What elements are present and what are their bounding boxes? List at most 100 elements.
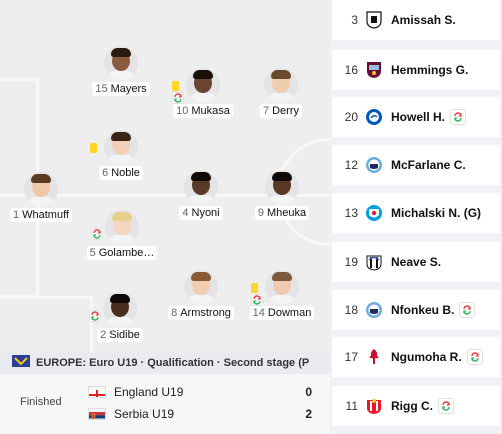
man-city-crest-icon [365,301,383,319]
player-name: Golambe… [98,247,155,259]
player-events [90,143,97,153]
player-number: 14 [252,307,265,319]
substitution-icon [466,349,483,365]
substitution-icon [172,92,184,104]
substitute-name: Ngumoha R. [391,350,462,364]
player-number: 6 [102,167,109,179]
newcastle-crest-icon [365,253,383,271]
player-events [172,81,184,104]
player-sidibe[interactable]: 2 Sidibe [75,292,165,342]
player-label: 5 Golambe… [86,246,158,260]
substitution-icon [459,302,476,318]
substitute-row[interactable]: 3 Amissah S. [332,0,500,40]
substitute-name: Neave S. [391,255,442,269]
home-score: 0 [305,385,312,399]
player-photo [104,130,138,164]
player-mayers[interactable]: 15 Mayers [76,46,166,96]
player-noble[interactable]: 6 Noble [76,130,166,180]
substitute-row[interactable]: 17 Ngumoha R. [332,337,500,377]
player-name: Sidibe [109,329,140,341]
substitution-icon [450,109,467,125]
player-photo [184,270,218,304]
player-golambeckis[interactable]: 5 Golambe… [77,210,167,260]
player-events [91,228,103,240]
man-city-crest-icon [365,156,383,174]
player-whatmuff[interactable]: 1 Whatmuff [0,172,86,222]
substitute-number: 19 [344,255,358,269]
player-nyoni[interactable]: 4 Nyoni [156,170,246,220]
substitute-number: 3 [351,13,358,27]
player-number: 5 [89,247,96,259]
yellow-card-icon [90,143,97,153]
hair-shape [193,70,213,79]
substitute-name: Nfonkeu B. [391,303,455,317]
player-label: 14 Dowman [249,306,315,320]
player-number: 1 [13,209,20,221]
shirt-shape [105,317,135,326]
shirt-shape [26,197,56,206]
player-armstrong[interactable]: 8 Armstrong [156,270,246,320]
competition-header[interactable]: EUROPE: Euro U19 · Qualification · Secon… [0,352,330,374]
shirt-shape [106,155,136,164]
shirt-shape [188,93,218,102]
player-photo [103,292,137,326]
substitute-row[interactable]: 18 Nfonkeu B. [332,290,500,330]
substitute-row[interactable]: 11 Rigg C. [332,386,500,426]
hair-shape [31,174,51,183]
hair-shape [111,132,131,141]
player-label: 8 Armstrong [168,306,234,320]
away-team-row: Serbia U19 2 [88,405,318,423]
player-photo [186,68,220,102]
player-name: Noble [111,167,140,179]
substitute-row[interactable]: 16 Hemmings G. [332,50,500,90]
hair-shape [272,272,292,281]
hair-shape [191,272,211,281]
competition-name: EUROPE: Euro U19 · Qualification · Secon… [36,357,310,369]
player-photo [24,172,58,206]
player-dowman[interactable]: 14 Dowman [237,270,327,320]
match-result[interactable]: Finished England U19 0 Serbia U19 2 [0,374,330,434]
hair-shape [272,172,292,181]
player-number: 2 [100,329,107,341]
player-label: 1 Whatmuff [10,208,72,222]
player-photo [105,210,139,244]
substitute-row[interactable]: 12 McFarlane C. [332,145,500,185]
substitution-icon [89,310,101,322]
player-number: 4 [182,207,189,219]
hair-shape [112,212,132,221]
player-photo [265,170,299,204]
substitute-row[interactable]: 19 Neave S. [332,242,500,282]
substitution-icon [251,294,263,306]
away-team-name: Serbia U19 [114,407,175,421]
substitute-number: 18 [344,303,358,317]
substitution-icon [438,398,454,414]
player-photo [265,270,299,304]
substitute-number: 12 [344,158,358,172]
shirt-shape [267,295,297,304]
player-photo [264,68,298,102]
home-team-name: England U19 [114,385,184,399]
serbia-flag-icon [88,408,106,420]
lineup-pitch: 15 Mayers 10 Mukasa 7 Derry 6 Noble 1 Whatmuf… [0,0,330,352]
player-label: 7 Derry [259,104,302,118]
substitute-row[interactable]: 13 Michalski N. (G) [332,193,500,233]
substitute-row[interactable]: 20 Howell H. [332,97,500,137]
player-photo [104,46,138,80]
substitute-number: 20 [344,110,358,124]
player-label: 10 Mukasa [173,104,233,118]
hair-shape [271,70,291,79]
player-name: Mukasa [191,105,230,117]
substitutes-list: 3 Amissah S. 16 Hemmings G. 20 Howell H. 12… [330,0,502,434]
player-derry[interactable]: 7 Derry [236,68,326,118]
player-name: Dowman [267,307,312,319]
england-flag-icon [88,386,106,398]
player-name: Nyoni [191,207,220,219]
player-label: 9 Mheuka [254,206,310,220]
player-label: 6 Noble [99,166,143,180]
player-mukasa[interactable]: 10 Mukasa [158,68,248,118]
substitute-name: Rigg C. [391,399,433,413]
player-mheuka[interactable]: 9 Mheuka [237,170,327,220]
player-number: 9 [257,207,264,219]
fulham-crest-icon [365,11,383,29]
blackburn-crest-icon [365,204,383,222]
